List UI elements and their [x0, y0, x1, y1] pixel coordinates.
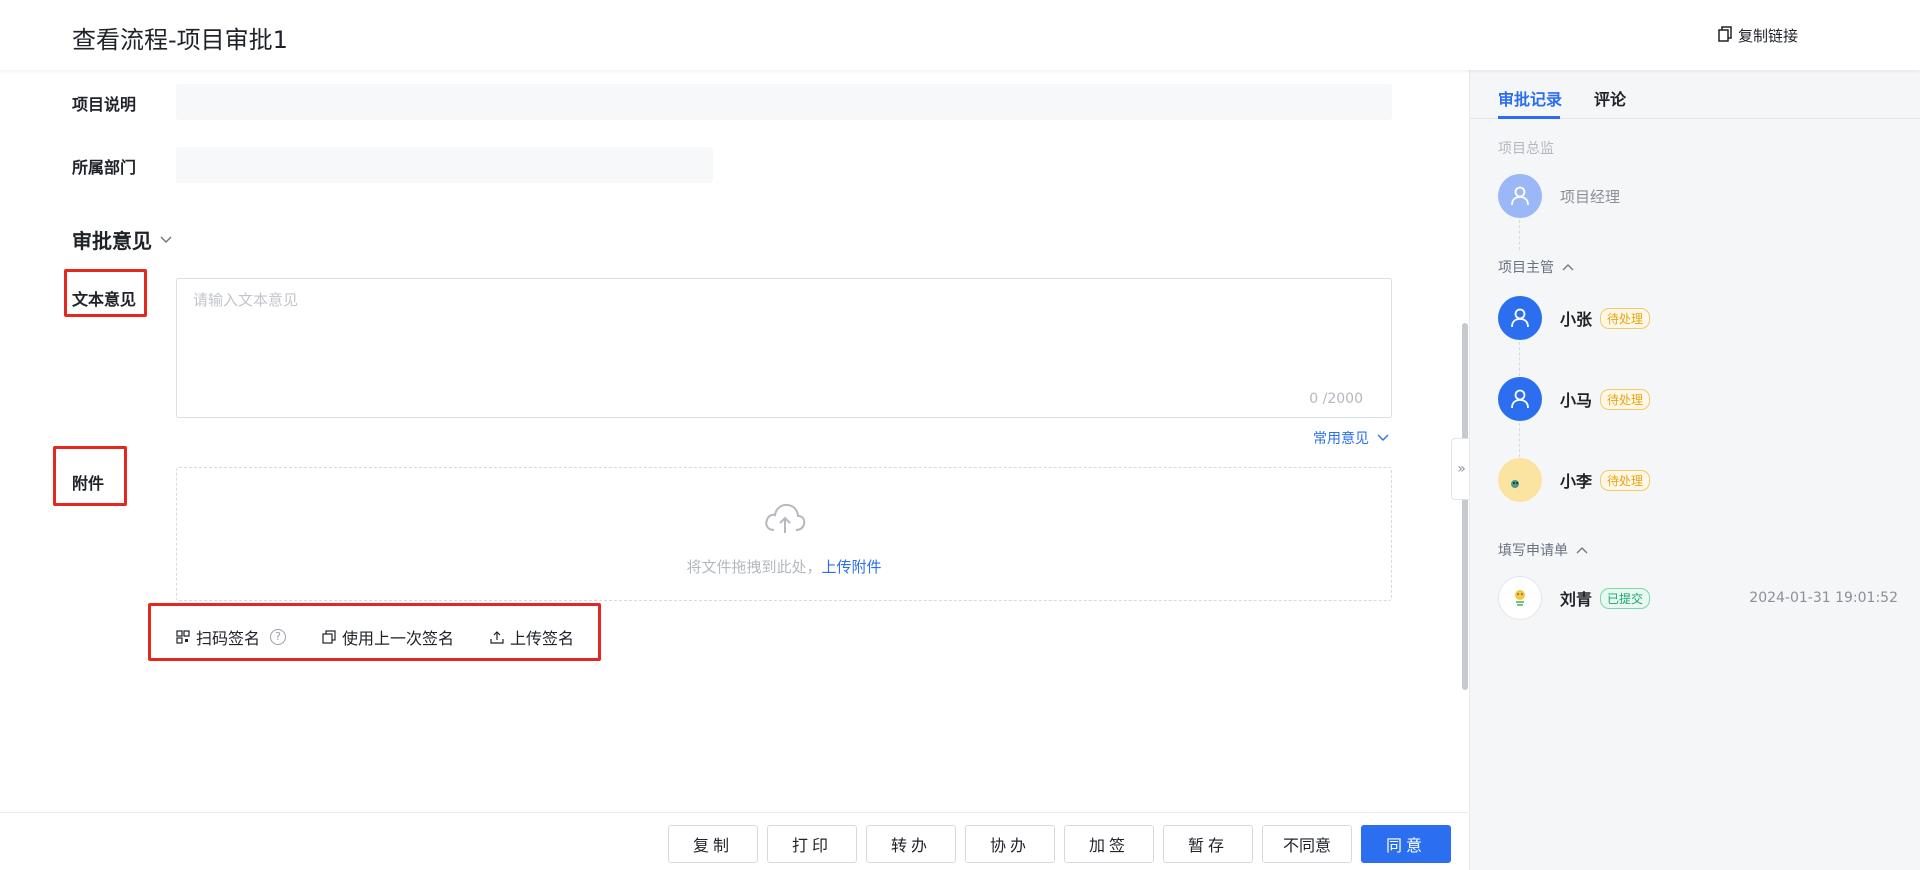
save-draft-button[interactable]: 暂存 — [1163, 825, 1253, 863]
group-title-director: 项目总监 — [1498, 138, 1554, 158]
approver-name: 小李 — [1560, 472, 1593, 491]
double-chevron-right-icon: » — [1457, 461, 1466, 477]
timeline-connector — [1519, 342, 1520, 376]
approval-opinion-section-toggle[interactable]: 审批意见 — [72, 225, 172, 254]
project-desc-label: 项目说明 — [72, 95, 137, 114]
approver-row: 小张 待处理 — [1498, 296, 1898, 340]
approver-name: 小马 — [1560, 391, 1593, 410]
department-label: 所属部门 — [72, 158, 137, 177]
copy-link-label: 复制链接 — [1738, 27, 1799, 45]
copy-link-button[interactable]: 复制链接 — [1718, 25, 1798, 46]
approver-name: 项目经理 — [1560, 187, 1621, 206]
use-last-sign-label: 使用上一次签名 — [342, 629, 455, 648]
section-title: 审批意见 — [72, 229, 152, 253]
scan-sign-button[interactable]: 扫码签名 ? — [176, 625, 287, 649]
sign-options: 扫码签名 ? 使用上一次签名 上传签名 — [176, 625, 610, 649]
text-opinion-label: 文本意见 — [72, 290, 137, 309]
attachment-label: 附件 — [72, 474, 105, 493]
text-opinion-input[interactable] — [177, 279, 1391, 417]
user-icon — [1511, 186, 1529, 206]
page-title: 查看流程-项目审批1 — [72, 26, 288, 54]
applicant-row: 刘青 已提交 2024-01-31 19:01:52 — [1498, 576, 1898, 620]
agree-button[interactable]: 同意 — [1361, 825, 1451, 863]
chevron-up-icon — [1562, 264, 1574, 271]
user-icon — [1511, 389, 1529, 409]
char-count: 0 /2000 — [1309, 391, 1363, 407]
main-scrollbar[interactable] — [1462, 323, 1468, 690]
action-footer: 复制 打印 转办 协办 加签 暂存 不同意 同意 — [0, 812, 1468, 870]
cartoon-avatar-icon — [1511, 480, 1519, 488]
assist-button[interactable]: 协办 — [965, 825, 1055, 863]
timeline-connector — [1519, 220, 1520, 250]
tab-approval-record[interactable]: 审批记录 — [1498, 86, 1562, 110]
copy-icon — [1718, 25, 1732, 46]
group-title-supervisor[interactable]: 项目主管 — [1498, 257, 1574, 277]
disagree-button[interactable]: 不同意 — [1262, 825, 1352, 863]
chevron-up-icon — [1576, 547, 1588, 554]
print-button[interactable]: 打印 — [767, 825, 857, 863]
approval-sidebar: 审批记录 评论 项目总监 项目经理 项目主管 小张 待处理 小马 待处理 小李 … — [1469, 70, 1920, 870]
copy-icon — [322, 630, 336, 644]
avatar — [1498, 174, 1542, 218]
use-last-sign-button[interactable]: 使用上一次签名 — [322, 625, 454, 649]
applicant-name: 刘青 — [1560, 590, 1593, 609]
text-opinion-box: 0 /2000 — [176, 278, 1392, 418]
status-badge: 已提交 — [1600, 587, 1651, 609]
group-title-label: 项目主管 — [1498, 260, 1554, 276]
transfer-button[interactable]: 转办 — [866, 825, 956, 863]
approver-row: 小李 待处理 — [1498, 458, 1898, 502]
approver-name: 小张 — [1560, 310, 1593, 329]
sidebar-tabs: 审批记录 评论 — [1470, 70, 1920, 119]
avatar — [1498, 296, 1542, 340]
upload-icon — [490, 631, 504, 644]
upload-hint: 将文件拖拽到此处，上传附件 — [177, 556, 1391, 577]
upload-sign-label: 上传签名 — [510, 629, 575, 648]
active-tab-indicator — [1498, 116, 1560, 119]
sidebar-collapse-handle[interactable]: » — [1451, 438, 1471, 500]
group-title-application[interactable]: 填写申请单 — [1498, 540, 1588, 560]
page-header: 查看流程-项目审批1 复制链接 — [0, 0, 1920, 70]
approver-row: 项目经理 — [1498, 174, 1898, 218]
group-title-label: 填写申请单 — [1498, 543, 1568, 559]
common-opinion-dropdown[interactable]: 常用意见 — [1313, 428, 1389, 448]
cartoon-avatar-icon — [1515, 590, 1525, 606]
approver-row: 小马 待处理 — [1498, 377, 1898, 421]
project-desc-field — [176, 84, 1392, 120]
avatar — [1498, 458, 1542, 502]
avatar — [1498, 377, 1542, 421]
upload-attachment-link[interactable]: 上传附件 — [822, 558, 882, 576]
user-icon — [1511, 308, 1529, 328]
form-area: 项目说明 所属部门 审批意见 文本意见 0 /2000 常用意见 附件 将文件拖… — [0, 70, 1468, 812]
cloud-upload-icon — [765, 503, 806, 533]
tab-comments[interactable]: 评论 — [1594, 86, 1626, 110]
add-signer-button[interactable]: 加签 — [1064, 825, 1154, 863]
submit-time: 2024-01-31 19:01:52 — [1749, 590, 1898, 606]
department-field — [176, 147, 713, 183]
common-opinion-label: 常用意见 — [1313, 431, 1369, 447]
chevron-down-icon — [1377, 434, 1389, 441]
status-badge: 待处理 — [1600, 307, 1651, 329]
status-badge: 待处理 — [1600, 469, 1651, 491]
status-badge: 待处理 — [1600, 388, 1651, 410]
attachment-dropzone[interactable]: 将文件拖拽到此处，上传附件 — [176, 467, 1392, 601]
timeline-connector — [1519, 423, 1520, 457]
scan-sign-label: 扫码签名 — [196, 629, 261, 648]
group-title-label: 项目总监 — [1498, 141, 1554, 157]
upload-hint-text: 将文件拖拽到此处， — [686, 558, 822, 576]
avatar — [1498, 576, 1542, 620]
help-icon[interactable]: ? — [270, 629, 287, 645]
qrcode-icon — [176, 630, 190, 644]
chevron-down-icon — [160, 236, 172, 243]
upload-sign-button[interactable]: 上传签名 — [490, 625, 574, 649]
copy-button[interactable]: 复制 — [668, 825, 758, 863]
